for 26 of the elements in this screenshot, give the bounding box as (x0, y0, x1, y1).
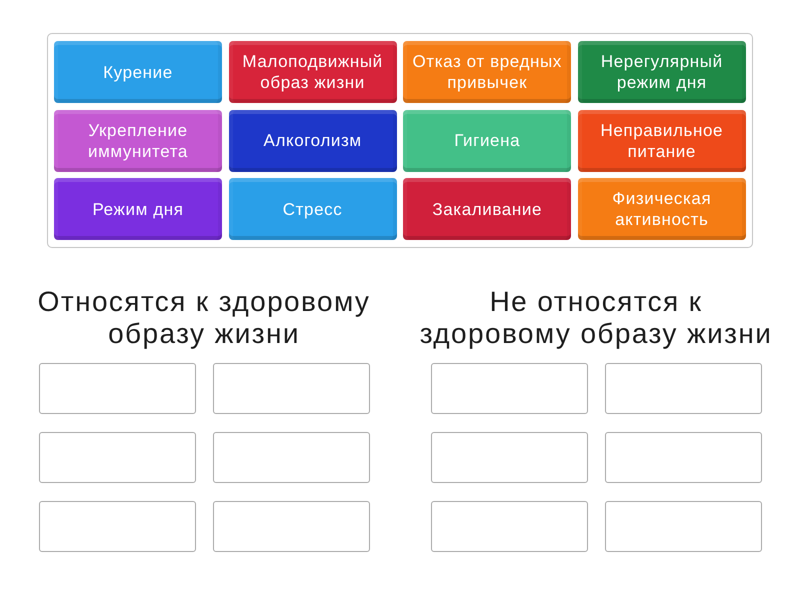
word-card[interactable]: Физическая активность (578, 178, 746, 240)
drop-box[interactable] (604, 363, 762, 414)
drop-box[interactable] (212, 432, 370, 483)
word-card[interactable]: Малоподвижный образ жизни (228, 41, 397, 103)
drop-box[interactable] (38, 501, 196, 552)
word-card[interactable]: Неправильное питание (578, 110, 746, 172)
drop-box[interactable] (212, 363, 370, 414)
word-card[interactable]: Курение (54, 41, 222, 103)
drop-box[interactable] (430, 501, 588, 552)
drop-box[interactable] (604, 432, 762, 483)
word-card[interactable]: Отказ от вредных привычек (403, 41, 572, 103)
drop-box[interactable] (604, 501, 762, 552)
word-card[interactable]: Нерегулярный режим дня (578, 41, 746, 103)
word-card[interactable]: Стресс (228, 178, 397, 240)
word-card[interactable]: Режим дня (54, 178, 222, 240)
drop-box[interactable] (38, 432, 196, 483)
word-card[interactable]: Укрепление иммунитета (54, 110, 222, 172)
word-card[interactable]: Гигиена (403, 110, 572, 172)
word-card[interactable]: Алкоголизм (228, 110, 397, 172)
word-card[interactable]: Закаливание (403, 178, 572, 240)
group-heading: Не относятся к здоровому образу жизни (418, 286, 774, 350)
drop-box[interactable] (430, 432, 588, 483)
drop-box[interactable] (430, 363, 588, 414)
drop-box[interactable] (212, 501, 370, 552)
drop-box[interactable] (38, 363, 196, 414)
group-heading: Относятся к здоровому образу жизни (36, 286, 372, 350)
